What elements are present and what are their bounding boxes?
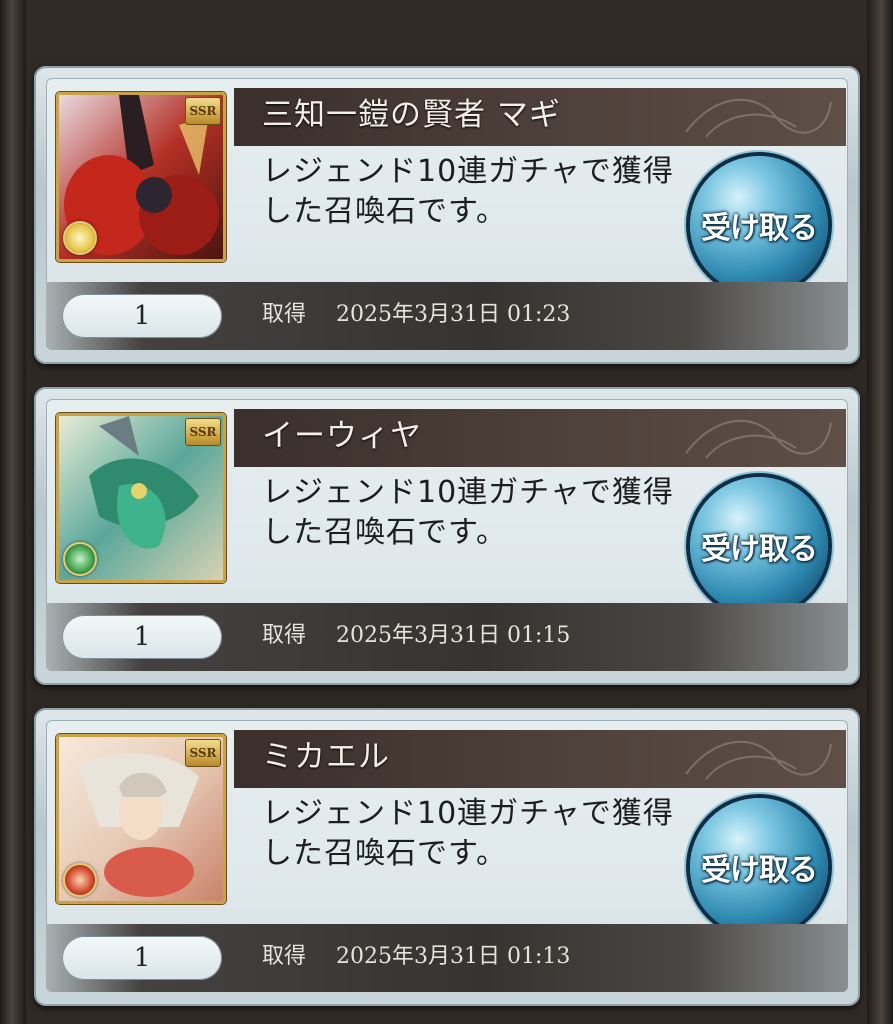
title-bar: 三知一鎧の賢者 マギ bbox=[234, 88, 846, 146]
rarity-badge: SSR bbox=[185, 418, 221, 446]
quantity-pill: 1 bbox=[62, 936, 222, 980]
title-bar: イーウィヤ bbox=[234, 409, 846, 467]
receive-button-label: 受け取る bbox=[701, 853, 818, 888]
ornament-icon bbox=[685, 419, 832, 459]
receive-button-label: 受け取る bbox=[701, 532, 818, 567]
acquired-label: 取得 bbox=[262, 944, 307, 969]
quantity-pill: 1 bbox=[62, 615, 222, 659]
gift-card: SSR 三知一鎧の賢者 マギ レジェンド10連ガチャで獲得した召喚石です。 受け… bbox=[34, 66, 860, 364]
wind-element-icon bbox=[63, 542, 97, 576]
summon-description: レジェンド10連ガチャで獲得した召喚石です。 bbox=[262, 796, 674, 871]
ornament-icon bbox=[685, 98, 832, 138]
gift-card: SSR ミカエル レジェンド10連ガチャで獲得した召喚石です。 受け取る 1 取… bbox=[34, 708, 860, 1006]
gift-card: SSR イーウィヤ レジェンド10連ガチャで獲得した召喚石です。 受け取る 1 … bbox=[34, 387, 860, 685]
receive-button[interactable]: 受け取る bbox=[690, 156, 828, 294]
info-bar: 1 取得 2025年3月31日 01:13 bbox=[46, 924, 848, 992]
gift-card-inner: SSR ミカエル レジェンド10連ガチャで獲得した召喚石です。 受け取る 1 取… bbox=[46, 720, 848, 992]
acquired-label: 取得 bbox=[262, 623, 307, 648]
receive-button-label: 受け取る bbox=[701, 211, 818, 246]
acquired-date: 2025年3月31日 01:15 bbox=[336, 623, 571, 648]
title-bar: ミカエル bbox=[234, 730, 846, 788]
info-bar: 1 取得 2025年3月31日 01:23 bbox=[46, 282, 848, 350]
summon-name: 三知一鎧の賢者 マギ bbox=[262, 97, 561, 133]
summon-description: レジェンド10連ガチャで獲得した召喚石です。 bbox=[262, 154, 674, 229]
receive-button[interactable]: 受け取る bbox=[690, 477, 828, 615]
gift-card-inner: SSR イーウィヤ レジェンド10連ガチャで獲得した召喚石です。 受け取る 1 … bbox=[46, 399, 848, 671]
summon-description: レジェンド10連ガチャで獲得した召喚石です。 bbox=[262, 475, 674, 550]
quantity-pill: 1 bbox=[62, 294, 222, 338]
acquired-date: 2025年3月31日 01:13 bbox=[336, 944, 571, 969]
summon-thumbnail: SSR bbox=[56, 734, 226, 904]
fire-element-icon bbox=[63, 863, 97, 897]
summon-thumbnail: SSR bbox=[56, 413, 226, 583]
ornament-icon bbox=[685, 740, 832, 780]
gift-card-inner: SSR 三知一鎧の賢者 マギ レジェンド10連ガチャで獲得した召喚石です。 受け… bbox=[46, 78, 848, 350]
acquired-label: 取得 bbox=[262, 302, 307, 327]
summon-thumbnail: SSR bbox=[56, 92, 226, 262]
summon-name: ミカエル bbox=[262, 739, 390, 775]
rarity-badge: SSR bbox=[185, 97, 221, 125]
light-element-icon bbox=[63, 221, 97, 255]
acquired-date: 2025年3月31日 01:23 bbox=[336, 302, 571, 327]
gift-list: SSR 三知一鎧の賢者 マギ レジェンド10連ガチャで獲得した召喚石です。 受け… bbox=[0, 0, 893, 1024]
info-bar: 1 取得 2025年3月31日 01:15 bbox=[46, 603, 848, 671]
receive-button[interactable]: 受け取る bbox=[690, 798, 828, 936]
rarity-badge: SSR bbox=[185, 739, 221, 767]
summon-name: イーウィヤ bbox=[262, 418, 422, 454]
